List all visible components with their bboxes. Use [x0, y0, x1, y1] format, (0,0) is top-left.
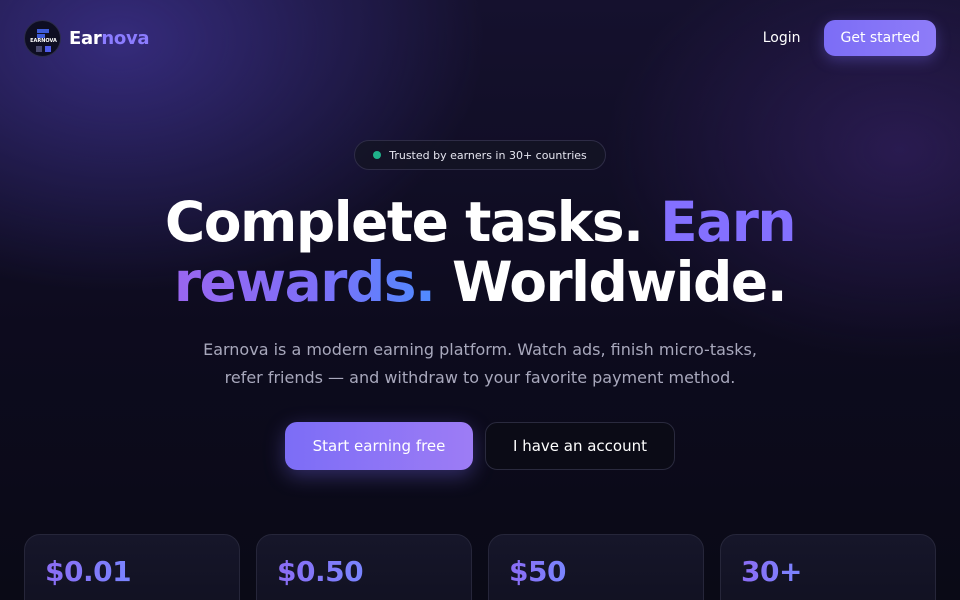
stat-value: $0.50 — [277, 555, 364, 588]
logo-text: EARNOVA — [30, 37, 57, 44]
hero-subtitle: Earnova is a modern earning platform. Wa… — [0, 336, 960, 392]
brand-name-part2: nova — [101, 27, 150, 49]
headline-line2-white: Worldwide. — [434, 250, 788, 314]
headline-line2-accent: rewards. — [173, 250, 436, 314]
headline-line1-accent: Earn — [660, 190, 796, 254]
brand-name: Earnova — [69, 27, 150, 49]
headline-line-1: Complete tasks. Earn — [0, 192, 960, 252]
stat-card: $50 — [488, 534, 704, 600]
stat-card: $0.01 — [24, 534, 240, 600]
brand-name-part1: Ear — [69, 27, 102, 49]
stat-value: $0.01 — [45, 555, 132, 588]
headline-line-2: rewards. Worldwide. — [0, 252, 960, 312]
trust-badge-text: Trusted by earners in 30+ countries — [389, 148, 587, 162]
headline-line1-white: Complete tasks. — [164, 190, 661, 254]
get-started-button[interactable]: Get started — [824, 20, 936, 56]
login-link[interactable]: Login — [763, 30, 801, 46]
hero-headline: Complete tasks. Earn rewards. Worldwide. — [0, 192, 960, 312]
status-dot-icon — [373, 151, 382, 159]
brand[interactable]: EARNOVA Earnova — [24, 19, 150, 57]
subtitle-line-1: Earnova is a modern earning platform. Wa… — [203, 340, 757, 359]
stat-card: 30+ — [720, 534, 936, 600]
header-actions: Login Get started — [763, 20, 936, 56]
trust-badge: Trusted by earners in 30+ countries — [354, 140, 606, 170]
top-navbar: EARNOVA Earnova Login Get started — [0, 0, 960, 76]
stat-value: 30+ — [741, 555, 802, 588]
start-earning-button[interactable]: Start earning free — [285, 422, 473, 470]
earnova-logo-icon: EARNOVA — [24, 19, 61, 57]
stat-card: $0.50 — [256, 534, 472, 600]
have-account-button[interactable]: I have an account — [485, 422, 675, 470]
stat-value: $50 — [509, 555, 566, 588]
subtitle-line-2: refer friends — and withdraw to your fav… — [224, 368, 736, 387]
